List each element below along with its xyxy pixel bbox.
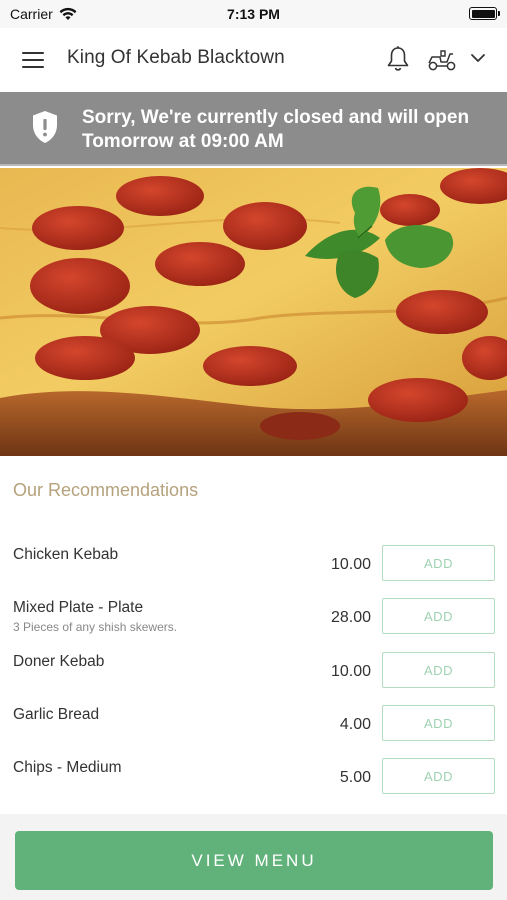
- shield-alert-icon: [33, 111, 57, 143]
- battery-icon: [469, 7, 500, 20]
- list-item: Garlic Bread 4.00 ADD: [0, 705, 507, 756]
- store-title: King Of Kebab Blacktown: [67, 47, 285, 68]
- list-item: Chips - Medium 5.00 ADD: [0, 758, 507, 809]
- add-button[interactable]: ADD: [382, 598, 495, 634]
- recommendations-title: Our Recommendations: [13, 480, 199, 500]
- add-button[interactable]: ADD: [382, 758, 495, 794]
- closed-message-line1: Sorry, We're currently closed and will o…: [82, 107, 470, 128]
- item-name: Mixed Plate - Plate: [13, 599, 144, 616]
- item-price: 10.00: [330, 663, 371, 680]
- hero-pizza-image: [0, 168, 507, 456]
- status-time: 7:13 PM: [227, 6, 280, 22]
- add-button[interactable]: ADD: [382, 652, 495, 688]
- item-name: Doner Kebab: [13, 653, 105, 670]
- list-item: Doner Kebab 10.00 ADD: [0, 652, 507, 703]
- add-button[interactable]: ADD: [382, 545, 495, 581]
- item-price: 5.00: [339, 769, 371, 786]
- view-menu-button[interactable]: VIEW MENU: [15, 831, 493, 890]
- closed-notice-banner: Sorry, We're currently closed and will o…: [0, 92, 507, 166]
- chevron-down-icon[interactable]: [470, 52, 486, 64]
- item-name: Garlic Bread: [13, 706, 100, 723]
- bottom-bar: VIEW MENU: [0, 814, 507, 900]
- item-description: 3 Pieces of any shish skewers.: [13, 620, 178, 634]
- list-item: Mixed Plate - Plate 3 Pieces of any shis…: [0, 598, 507, 649]
- app-header: King Of Kebab Blacktown: [0, 28, 507, 92]
- status-bar: Carrier 7:13 PM: [0, 0, 507, 28]
- closed-message: Sorry, We're currently closed and will o…: [82, 106, 502, 154]
- item-name: Chips - Medium: [13, 759, 122, 776]
- item-price: 28.00: [330, 609, 371, 626]
- item-name: Chicken Kebab: [13, 546, 119, 563]
- menu-icon[interactable]: [22, 52, 44, 68]
- delivery-scooter-icon[interactable]: [426, 48, 458, 72]
- list-item: Chicken Kebab 10.00 ADD: [0, 545, 507, 596]
- add-button[interactable]: ADD: [382, 705, 495, 741]
- closed-message-line2: Tomorrow at 09:00 AM: [82, 131, 284, 152]
- item-price: 10.00: [330, 556, 371, 573]
- item-price: 4.00: [339, 716, 371, 733]
- bell-icon[interactable]: [385, 45, 411, 73]
